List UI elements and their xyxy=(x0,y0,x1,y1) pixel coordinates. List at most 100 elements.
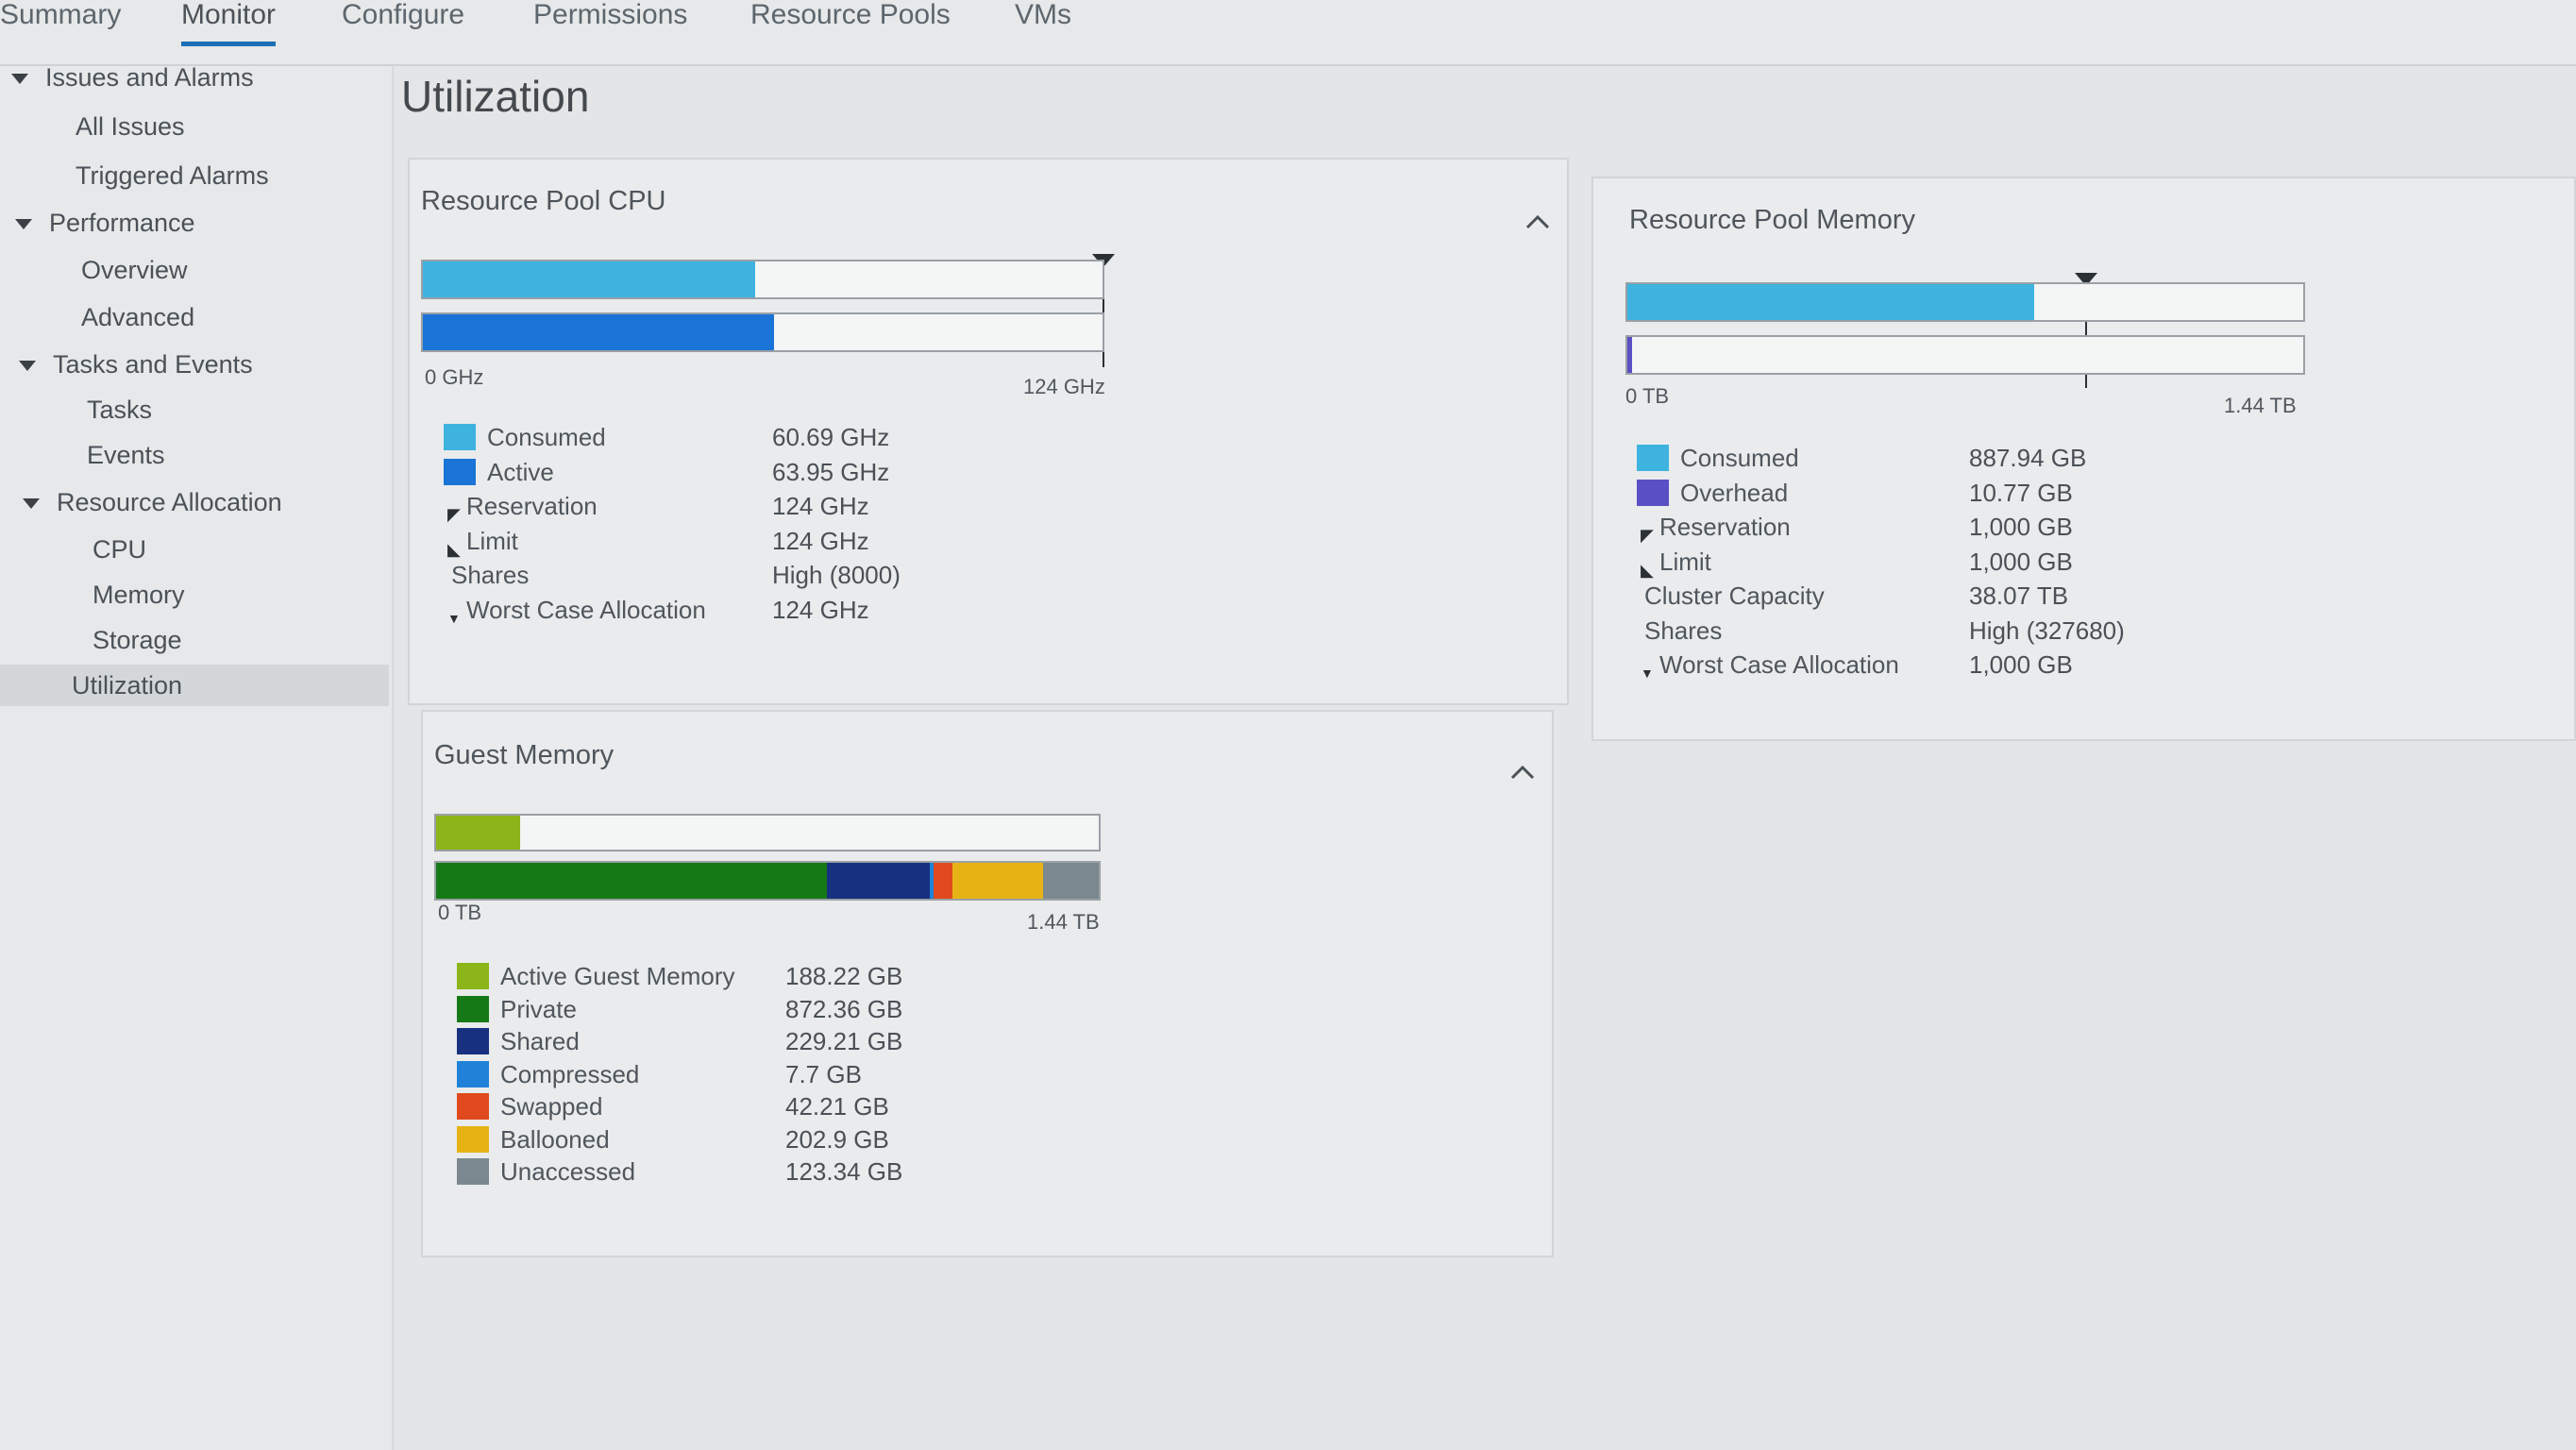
monitor-sidebar: Issues and Alarms All Issues Triggered Ala… xyxy=(0,63,394,1450)
tab-summary[interactable]: Summary xyxy=(0,0,121,42)
guest-axis-max: 1.44 TB xyxy=(1027,910,1100,934)
cpu-axis-max: 124 GHz xyxy=(1023,375,1105,398)
sidebar-item-resource-allocation[interactable]: Resource Allocation xyxy=(0,481,389,523)
sidebar-item-label: Tasks and Events xyxy=(53,350,253,379)
expand-triangle-icon[interactable] xyxy=(11,74,28,85)
sidebar-item-performance[interactable]: Performance xyxy=(0,202,389,244)
guest-segment-private xyxy=(436,863,828,899)
guest-legend-active-guest-memory: Active Guest Memory 188.22 GB xyxy=(457,959,1069,993)
sidebar-item-tasks-and-events[interactable]: Tasks and Events xyxy=(0,344,389,385)
cpu-card-title: Resource Pool CPU xyxy=(421,186,666,216)
legend-value: 7.7 GB xyxy=(785,1059,862,1088)
guest-memory-breakdown-bar xyxy=(434,861,1101,901)
guest-segment-unaccessed xyxy=(1043,863,1099,899)
sidebar-item-triggered-alarms[interactable]: Triggered Alarms xyxy=(0,155,389,196)
expand-triangle-icon[interactable] xyxy=(15,219,32,230)
memory-legend-worst-case-allocation: ▼ Worst Case Allocation 1,000 GB xyxy=(1637,648,2252,682)
tab-resource-pools[interactable]: Resource Pools xyxy=(750,0,951,42)
legend-label: Private xyxy=(500,994,577,1023)
cpu-legend-reservation: ◤ Reservation 124 GHz xyxy=(444,489,1055,524)
sidebar-item-label: Events xyxy=(87,441,165,469)
chevron-up-icon[interactable] xyxy=(1524,209,1552,237)
sidebar-item-utilization[interactable]: Utilization xyxy=(0,665,389,706)
guest-axis-min: 0 TB xyxy=(438,901,482,924)
legend-label: Reservation xyxy=(466,492,598,520)
memory-card-title: Resource Pool Memory xyxy=(1629,205,1915,235)
guest-legend-ballooned: Ballooned 202.9 GB xyxy=(457,1122,1069,1156)
legend-value: 229.21 GB xyxy=(785,1027,903,1055)
legend-value: 1,000 GB xyxy=(1969,547,2073,576)
legend-label: Unaccessed xyxy=(500,1157,636,1186)
legend-value: 1,000 GB xyxy=(1969,513,2073,541)
cpu-active-fill xyxy=(423,314,774,350)
legend-label: Worst Case Allocation xyxy=(1659,650,1899,679)
guest-memory-card-title: Guest Memory xyxy=(434,740,615,770)
memory-axis-min: 0 TB xyxy=(1625,384,1670,408)
cpu-consumed-fill xyxy=(423,261,756,297)
legend-label: Worst Case Allocation xyxy=(466,595,706,624)
sidebar-item-label: Performance xyxy=(49,209,195,237)
cpu-legend-worst-case-allocation: ▼ Worst Case Allocation 124 GHz xyxy=(444,593,1055,627)
page-title: Utilization xyxy=(401,72,590,121)
sidebar-item-label: Resource Allocation xyxy=(57,488,282,516)
legend-label: Shares xyxy=(1644,615,1723,645)
legend-swatch xyxy=(457,1093,489,1120)
tab-configure[interactable]: Configure xyxy=(342,0,464,42)
memory-consumed-bar xyxy=(1625,282,2305,322)
legend-value: 124 GHz xyxy=(772,526,869,555)
legend-value: 60.69 GHz xyxy=(772,423,890,451)
memory-legend-limit: ◣ Limit 1,000 GB xyxy=(1637,545,2252,580)
memory-overhead-bar xyxy=(1625,335,2305,375)
legend-swatch xyxy=(1637,479,1669,506)
legend-label: Shares xyxy=(451,561,530,589)
sidebar-item-all-issues[interactable]: All Issues xyxy=(0,106,389,147)
cpu-legend-consumed: Consumed 60.69 GHz xyxy=(444,420,1055,454)
legend-value: High (327680) xyxy=(1969,615,2125,645)
legend-value: 1,000 GB xyxy=(1969,650,2073,679)
expand-triangle-icon[interactable] xyxy=(23,498,40,510)
sidebar-item-cpu[interactable]: CPU xyxy=(0,529,389,570)
sidebar-item-events[interactable]: Events xyxy=(0,434,389,476)
legend-value: 10.77 GB xyxy=(1969,478,2073,507)
sidebar-item-advanced[interactable]: Advanced xyxy=(0,296,389,338)
legend-label: Active Guest Memory xyxy=(500,962,735,990)
sidebar-item-tasks[interactable]: Tasks xyxy=(0,389,389,430)
guest-legend-swapped: Swapped 42.21 GB xyxy=(457,1089,1069,1123)
legend-value: 42.21 GB xyxy=(785,1092,889,1121)
legend-swatch xyxy=(457,1028,489,1054)
tab-permissions[interactable]: Permissions xyxy=(533,0,687,42)
memory-consumed-fill xyxy=(1627,284,2035,320)
sidebar-item-issues-and-alarms[interactable]: Issues and Alarms xyxy=(0,57,389,98)
active-guest-memory-fill xyxy=(436,816,521,850)
chevron-up-icon[interactable] xyxy=(1508,759,1537,787)
sidebar-item-label: Memory xyxy=(93,581,185,609)
legend-swatch xyxy=(444,424,476,450)
cpu-legend-shares: Shares High (8000) xyxy=(444,558,1055,592)
sidebar-item-label: Storage xyxy=(93,626,182,654)
cpu-axis-min: 0 GHz xyxy=(425,365,484,389)
legend-swatch xyxy=(1637,445,1669,471)
sidebar-item-label: Triggered Alarms xyxy=(76,161,269,190)
memory-legend-overhead: Overhead 10.77 GB xyxy=(1637,476,2252,510)
tab-monitor[interactable]: Monitor xyxy=(181,0,277,46)
legend-value: 124 GHz xyxy=(772,492,869,520)
sidebar-item-storage[interactable]: Storage xyxy=(0,619,389,661)
legend-label: Cluster Capacity xyxy=(1644,582,1825,610)
legend-label: Overhead xyxy=(1680,478,1789,507)
worst-case-marker-icon: ▼ xyxy=(447,610,461,626)
legend-label: Reservation xyxy=(1659,513,1791,541)
memory-legend-consumed: Consumed 887.94 GB xyxy=(1637,441,2252,475)
tab-vms[interactable]: VMs xyxy=(1015,0,1071,42)
guest-legend-shared: Shared 229.21 GB xyxy=(457,1024,1069,1058)
guest-legend-unaccessed: Unaccessed 123.34 GB xyxy=(457,1155,1069,1189)
legend-label: Shared xyxy=(500,1027,580,1055)
expand-triangle-icon[interactable] xyxy=(19,361,36,372)
legend-swatch xyxy=(457,1060,489,1088)
legend-value: 124 GHz xyxy=(772,595,869,624)
sidebar-item-memory[interactable]: Memory xyxy=(0,574,389,615)
sidebar-item-label: CPU xyxy=(93,535,147,564)
memory-legend-reservation: ◤ Reservation 1,000 GB xyxy=(1637,510,2252,545)
legend-label: Ballooned xyxy=(500,1124,610,1154)
sidebar-item-overview[interactable]: Overview xyxy=(0,249,389,291)
resource-pool-cpu-card: Resource Pool CPU 0 GHz 124 GHz Consumed… xyxy=(408,158,1569,705)
